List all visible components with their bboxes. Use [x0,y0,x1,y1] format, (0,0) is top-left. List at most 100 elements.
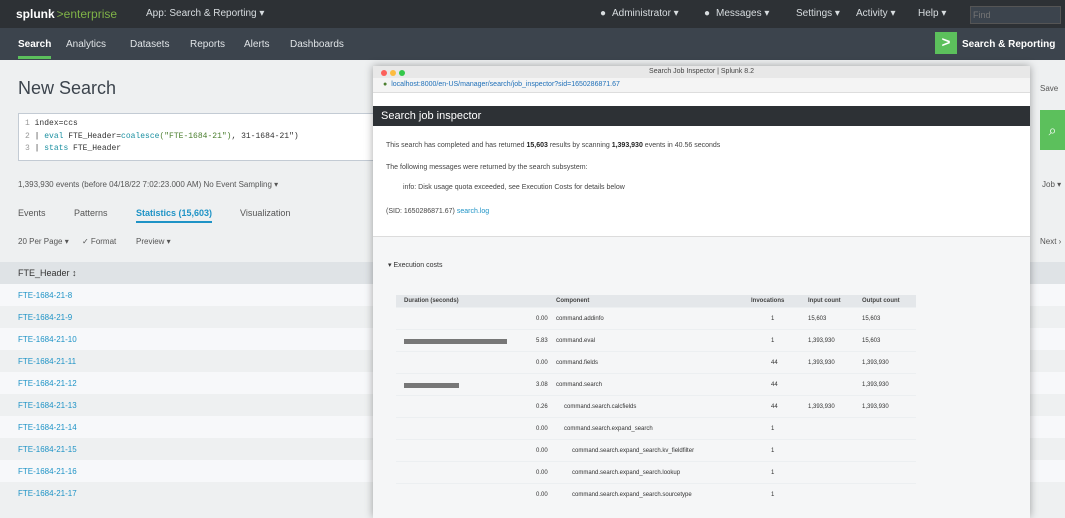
duration-bar [404,339,507,344]
cost-invocations: 1 [771,316,775,322]
cost-component: command.fields [556,360,599,366]
job-inspector-window: Search Job Inspector | Splunk 8.2 ● local… [373,66,1030,518]
query-line-2: 2 | eval FTE_Header=coalesce("FTE-1684-2… [25,132,299,141]
messages-badge-icon: ● [704,8,711,19]
cost-row: 0.00 command.search.expand_search.sourcet… [396,483,916,506]
search-button[interactable]: ⌕ [1040,110,1065,150]
window-titlebar: Search Job Inspector | Splunk 8.2 [373,66,1030,78]
col-input-count: Input count [808,298,841,304]
nav-activity[interactable]: Activity ▾ [856,8,895,19]
cost-invocations: 1 [771,492,775,498]
tab-events[interactable]: Events [18,208,46,218]
cost-invocations: 1 [771,470,775,476]
cost-row: 3.08 command.search 44 1,393,930 [396,373,916,396]
cost-component: command.search.calcfields [564,404,637,410]
address-url: localhost:8000/en-US/manager/search/job_… [391,81,620,88]
tab-analytics[interactable]: Analytics [66,39,106,50]
window-title: Search Job Inspector | Splunk 8.2 [649,68,754,75]
cost-row: 0.00 command.search.expand_search 1 [396,417,916,440]
splunk-logo[interactable]: splunk >enterprise [16,7,117,21]
col-component: Component [556,298,590,304]
cost-row: 0.00 command.search.expand_search.lookup 1 [396,461,916,484]
cost-invocations: 1 [771,338,775,344]
cost-invocations: 44 [771,404,778,410]
cost-duration: 3.08 [536,382,548,388]
nav-administrator[interactable]: Administrator ▾ [612,8,679,19]
cost-invocations: 1 [771,426,775,432]
cost-invocations: 1 [771,448,775,454]
minimize-window-icon[interactable] [390,70,396,76]
save-as-button[interactable]: Save [1040,84,1058,93]
search-status: 1,393,930 events (before 04/18/22 7:02:2… [18,180,279,189]
cost-duration: 0.00 [536,492,548,498]
top-bar: splunk >enterprise App: Search & Reportin… [0,0,1065,28]
search-log-link[interactable]: search.log [457,208,489,215]
job-menu[interactable]: Job ▾ [1042,180,1061,189]
app-nav-bar: Search Analytics Datasets Reports Alerts… [0,28,1065,60]
tab-datasets[interactable]: Datasets [130,39,169,50]
cost-duration: 0.00 [536,448,548,454]
cost-duration: 0.00 [536,360,548,366]
inspector-message: info: Disk usage quota exceeded, see Exe… [403,184,625,191]
cost-component: command.search.expand_search [564,426,653,432]
col-invocations: Invocations [751,298,785,304]
tab-alerts[interactable]: Alerts [244,39,270,50]
tab-search[interactable]: Search [18,39,52,59]
tab-dashboards[interactable]: Dashboards [290,39,344,50]
col-output-count: Output count [862,298,900,304]
cost-component: command.search.expand_search.lookup [572,470,681,476]
cost-input: 1,393,930 [808,404,835,410]
find-input[interactable] [970,6,1061,24]
cost-row: 0.00 command.fields 44 1,393,930 1,393,930 [396,351,916,374]
cost-duration: 0.00 [536,426,548,432]
cost-duration: 0.26 [536,404,548,410]
cost-invocations: 44 [771,382,778,388]
tab-statistics[interactable]: Statistics (15,603) [136,208,213,223]
inspector-summary: This search has completed and has return… [386,142,721,149]
cost-input: 1,393,930 [808,360,835,366]
inspector-sid: (SID: 1650286871.67) search.log [386,208,490,215]
tab-visualization[interactable]: Visualization [240,208,290,218]
duration-bar [404,383,459,388]
cost-row: 0.00 command.search.expand_search.kv_fiel… [396,439,916,462]
tab-patterns[interactable]: Patterns [74,208,108,218]
cost-row: 0.00 command.addinfo 1 15,603 15,603 [396,307,916,330]
app-selector[interactable]: App: Search & Reporting ▾ [146,8,264,19]
cost-invocations: 44 [771,360,778,366]
inspector-header: Search job inspector [373,106,1030,126]
cost-input: 1,393,930 [808,338,835,344]
cost-component: command.addinfo [556,316,604,322]
address-bar[interactable]: ● localhost:8000/en-US/manager/search/job… [373,78,1030,93]
cost-output: 1,393,930 [862,360,889,366]
cost-component: command.eval [556,338,596,344]
cost-output: 1,393,930 [862,382,889,388]
query-line-3: 3 | stats FTE_Header [25,144,122,153]
app-icon: > [935,32,957,54]
lock-icon: ● [383,81,388,88]
nav-messages[interactable]: Messages ▾ [716,8,769,19]
app-name: Search & Reporting [962,39,1056,50]
cost-component: command.search [556,382,603,388]
cost-row: 0.26 command.search.calcfields 44 1,393,930… [396,395,916,418]
cost-duration: 5.83 [536,338,548,344]
nav-help[interactable]: Help ▾ [918,8,946,19]
execution-costs-toggle[interactable]: ▾ Execution costs [388,261,442,269]
preview-dropdown[interactable]: Preview ▾ [136,237,171,246]
execution-costs-panel: ▾ Execution costs Duration (seconds) Com… [373,236,1030,518]
cost-component: command.search.expand_search.sourcetype [572,492,692,498]
search-query-editor[interactable]: 1 index=ccs 2 | eval FTE_Header=coalesce… [18,113,400,161]
maximize-window-icon[interactable] [399,70,405,76]
cost-row: 5.83 command.eval 1 1,393,930 15,603 [396,329,916,352]
cost-input: 15,603 [808,316,827,322]
query-line-1: 1 index=ccs [25,119,78,128]
cost-duration: 0.00 [536,470,548,476]
per-page-dropdown[interactable]: 20 Per Page ▾ [18,237,69,246]
cost-output: 15,603 [862,316,881,322]
nav-settings[interactable]: Settings ▾ [796,8,840,19]
close-window-icon[interactable] [381,70,387,76]
cost-output: 1,393,930 [862,404,889,410]
tab-reports[interactable]: Reports [190,39,225,50]
format-dropdown[interactable]: ✓ Format [82,237,116,246]
next-page-link[interactable]: Next › [1040,237,1061,246]
inspector-messages-intro: The following messages were returned by … [386,164,588,171]
